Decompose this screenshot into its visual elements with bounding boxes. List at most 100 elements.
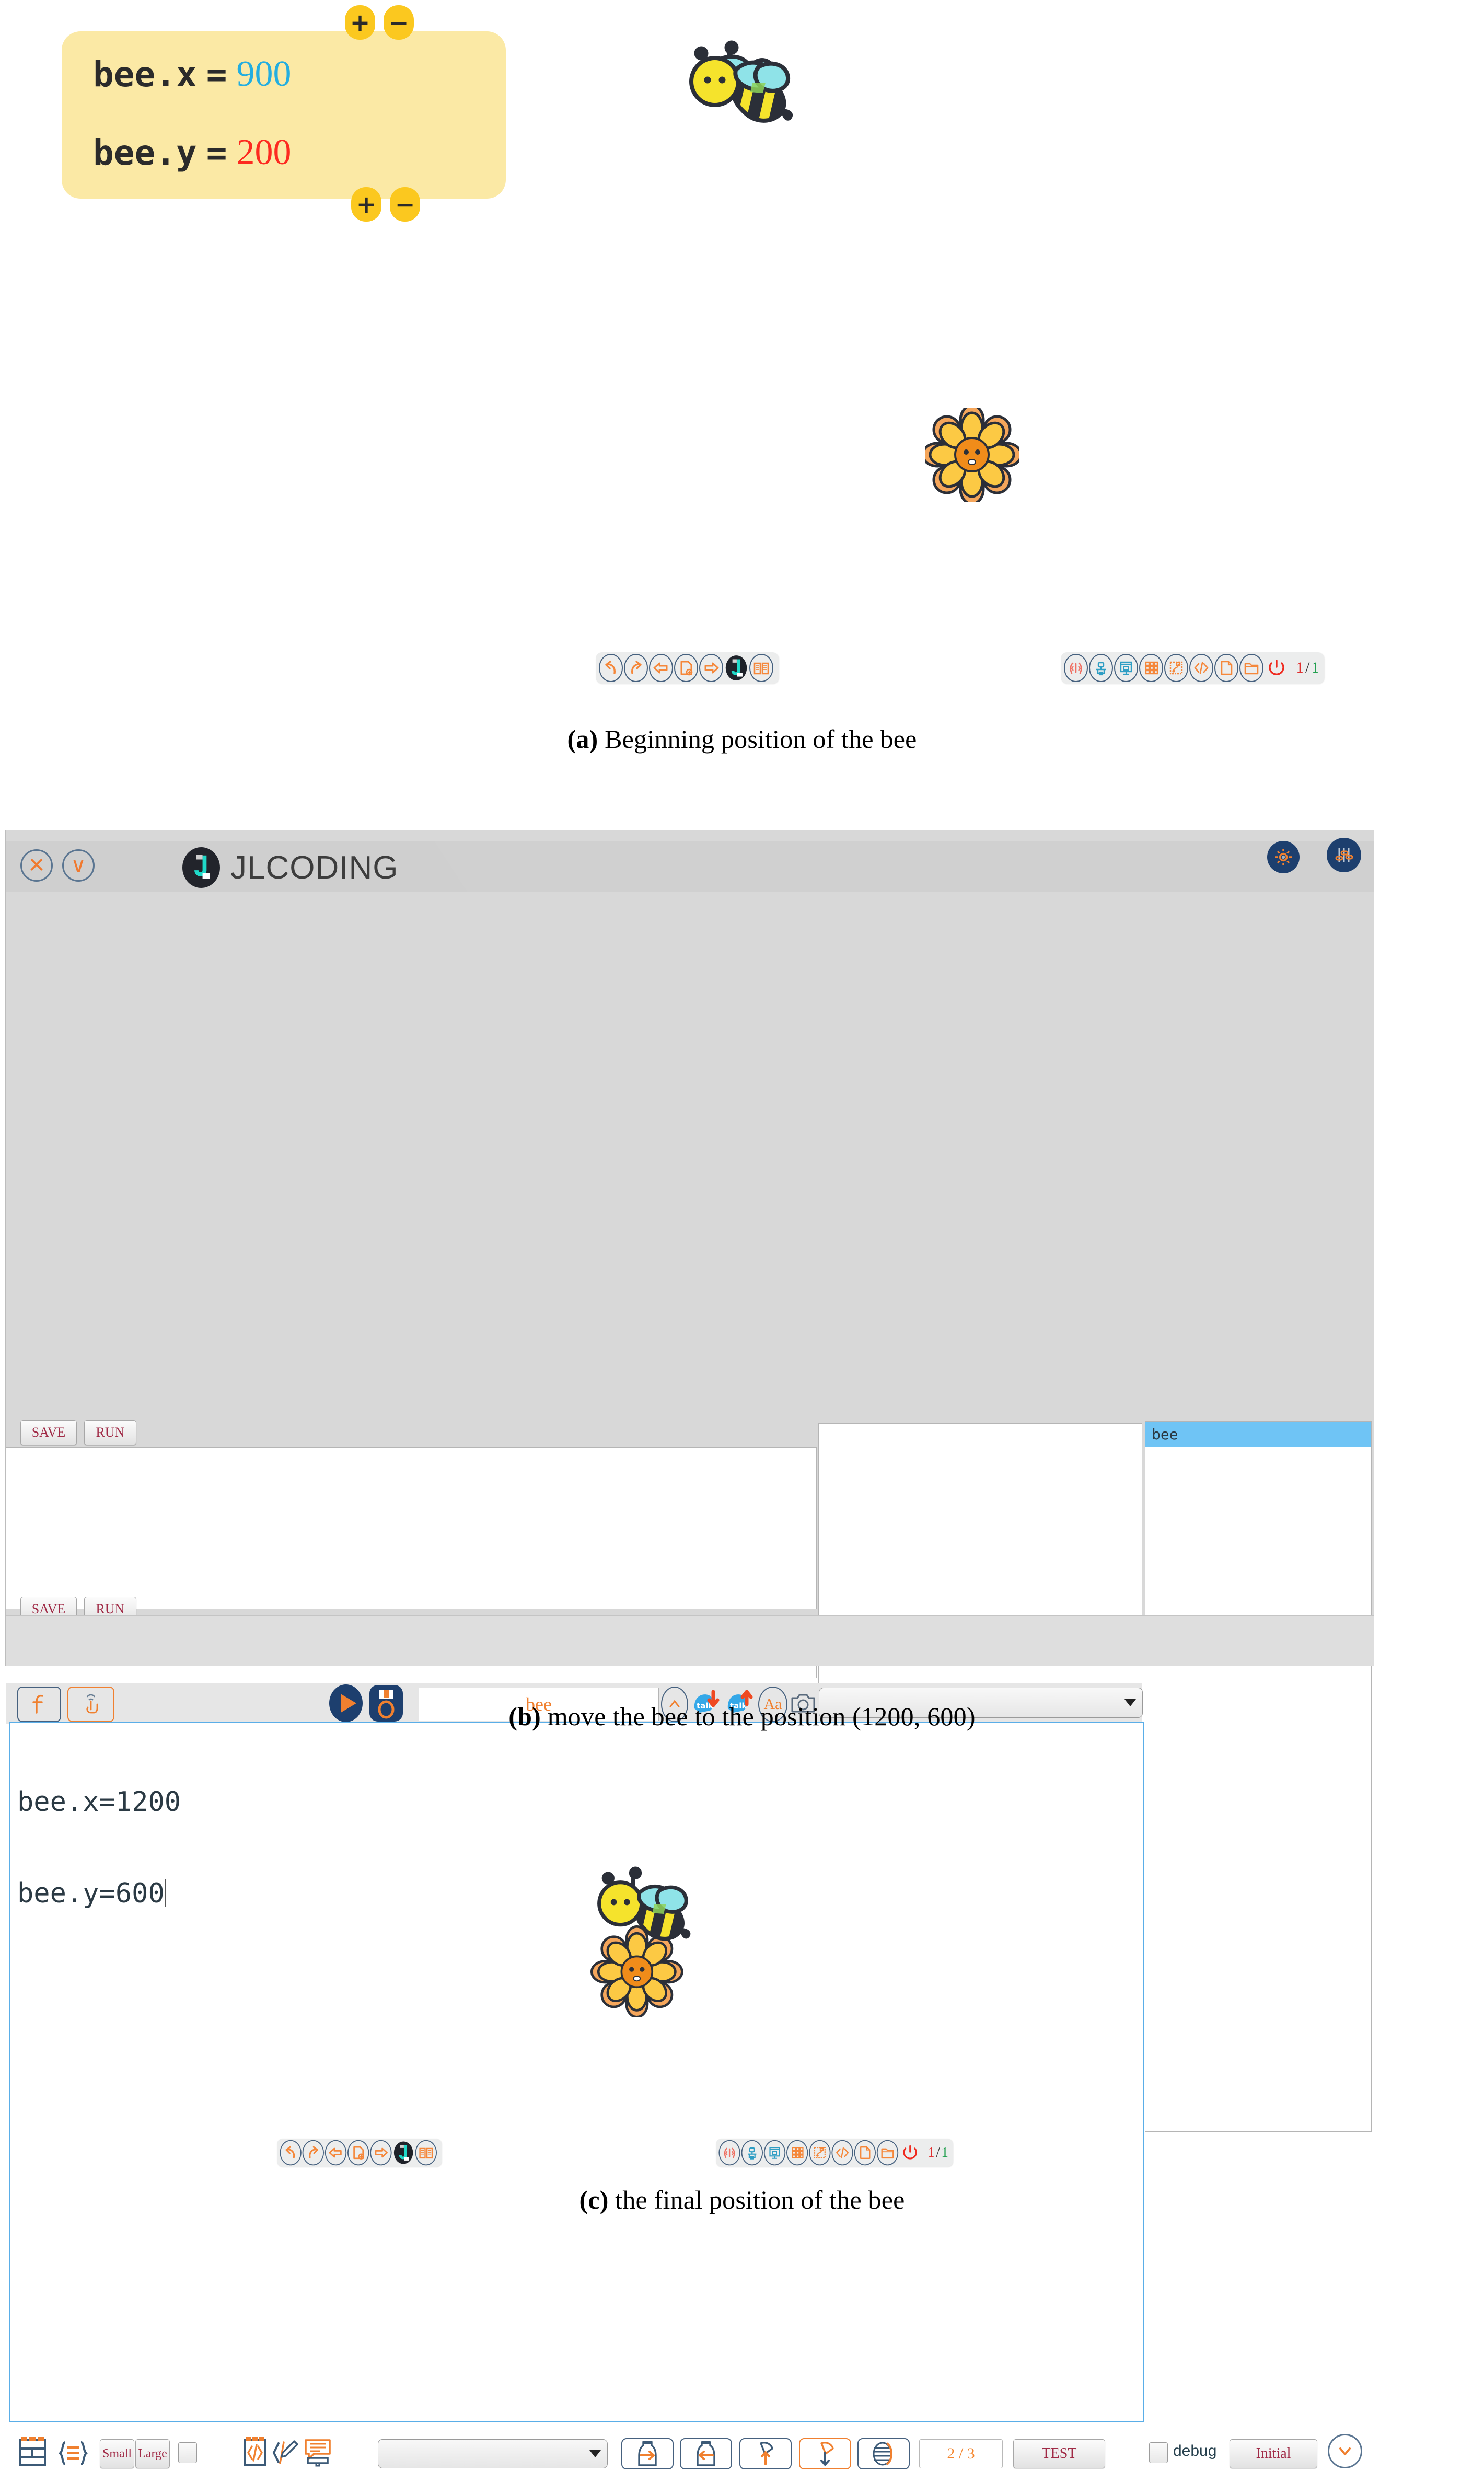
code-page-button[interactable]: [242, 2436, 268, 2471]
keypad-grid-icon[interactable]: [786, 2140, 808, 2166]
code-brackets-icon[interactable]: [831, 2140, 853, 2166]
layout-grid-button[interactable]: [17, 2436, 48, 2471]
speech-print-button[interactable]: [303, 2437, 333, 2470]
contrast-button[interactable]: [857, 2438, 910, 2469]
jar-down-button[interactable]: [799, 2438, 851, 2469]
window-title: JLCODING: [230, 850, 399, 886]
power-icon[interactable]: [899, 2140, 921, 2166]
expand-button[interactable]: [1328, 2434, 1362, 2468]
sliders-icon[interactable]: [1327, 838, 1361, 872]
size-checkbox[interactable]: [178, 2442, 197, 2463]
y-minus-button[interactable]: −: [390, 187, 420, 222]
center-top-pane[interactable]: [818, 1423, 1142, 1726]
robot-blue-icon[interactable]: [741, 2140, 763, 2166]
flowchart-icon[interactable]: [809, 2140, 831, 2166]
bubble-line-x: bee.x = 900: [93, 53, 291, 95]
presentation-icon[interactable]: [1114, 654, 1138, 682]
y-plus-button[interactable]: +: [351, 187, 381, 222]
settings-gear-button[interactable]: [1267, 841, 1300, 873]
jar-up-button[interactable]: [739, 2438, 792, 2469]
caption-a: (a) Beginning position of the bee: [0, 724, 1484, 754]
document-icon[interactable]: [1214, 654, 1238, 682]
page-add-icon[interactable]: [347, 2140, 369, 2166]
caption-a-text: Beginning position of the bee: [605, 724, 917, 754]
folder-icon[interactable]: [876, 2140, 899, 2166]
page-separator: /: [1305, 659, 1310, 676]
braces-list-button[interactable]: [57, 2439, 89, 2470]
flower-sprite[interactable]: [921, 404, 1023, 505]
object-list-item-bee[interactable]: bee: [1145, 1422, 1371, 1447]
small-size-button[interactable]: Small: [100, 2439, 134, 2468]
initial-button[interactable]: Initial: [1230, 2439, 1317, 2468]
page-add-icon[interactable]: [674, 654, 698, 682]
toolbar-right-c: 1 / 1: [716, 2139, 953, 2167]
jlcoding-logo-icon[interactable]: [724, 654, 748, 682]
bee-on-flower-sprite[interactable]: [579, 1850, 704, 2018]
gear-icon[interactable]: [1267, 841, 1300, 873]
bee-sprite[interactable]: [679, 30, 805, 145]
document-icon[interactable]: [854, 2140, 876, 2166]
keypad-grid-icon[interactable]: [1139, 654, 1163, 682]
window-statusbar: [6, 1615, 1374, 1666]
chevron-down-circle-icon[interactable]: [1328, 2434, 1362, 2468]
debug-label: debug: [1173, 2442, 1217, 2460]
caption-c: (c) the final position of the bee: [0, 2185, 1484, 2215]
large-size-button[interactable]: Large: [135, 2439, 170, 2468]
book-icon[interactable]: [415, 2140, 437, 2166]
presentation-icon[interactable]: [763, 2140, 786, 2166]
page-current: 1: [1296, 659, 1304, 676]
bubble-eq-x: =: [206, 54, 227, 95]
debug-checkbox[interactable]: [1149, 2442, 1168, 2463]
redo-arrow-icon[interactable]: [302, 2140, 324, 2166]
redo-arrow-icon[interactable]: [624, 654, 648, 682]
undo-arrow-icon[interactable]: [599, 654, 623, 682]
page-total: 1: [1311, 659, 1319, 676]
app-logo: [182, 847, 220, 888]
window-close-button[interactable]: ✕: [20, 849, 53, 882]
chevron-down-icon[interactable]: ∨: [62, 849, 95, 882]
page-counter-a: 1 / 1: [1296, 659, 1319, 677]
page-indicator: 2 / 3: [919, 2439, 1003, 2468]
run-button-top[interactable]: RUN: [84, 1420, 136, 1445]
toolbar-right-a: 1 / 1: [1061, 652, 1325, 684]
folder-icon[interactable]: [1239, 654, 1263, 682]
bubble-var-x: bee.x: [93, 54, 197, 95]
power-icon[interactable]: [1265, 654, 1289, 682]
chevron-down-icon: [589, 2450, 601, 2457]
editor-top-pane[interactable]: [6, 1447, 817, 1609]
page-total: 1: [941, 2144, 948, 2161]
code-pen-button[interactable]: [271, 2438, 299, 2470]
code-brackets-icon[interactable]: [1189, 654, 1213, 682]
figure-panel-a: bee.x = 900 bee.y = 200 + − + − 1 / 1 (a…: [0, 0, 1484, 773]
jar-next-button[interactable]: [621, 2438, 674, 2469]
back-arrow-icon[interactable]: [324, 2140, 347, 2166]
back-arrow-icon[interactable]: [649, 654, 673, 682]
caption-b: (b) move the bee to the position (1200, …: [0, 1701, 1484, 1731]
hands-code-icon[interactable]: [718, 2140, 740, 2166]
x-plus-button[interactable]: +: [345, 5, 375, 40]
jar-prev-button[interactable]: [680, 2438, 732, 2469]
book-icon[interactable]: [749, 654, 773, 682]
page-separator: /: [936, 2144, 940, 2161]
window-minimize-button[interactable]: ∨: [62, 849, 95, 882]
close-icon[interactable]: ✕: [20, 849, 53, 882]
flowchart-icon[interactable]: [1164, 654, 1188, 682]
statusbar-dropdown[interactable]: [378, 2439, 608, 2468]
x-minus-button[interactable]: −: [384, 5, 414, 40]
forward-arrow-icon[interactable]: [699, 654, 723, 682]
page-counter-c: 1 / 1: [928, 2145, 948, 2161]
caption-c-text: the final position of the bee: [615, 2185, 905, 2214]
code-bubble: bee.x = 900 bee.y = 200: [62, 31, 506, 199]
toolbar-left-c: [277, 2139, 442, 2167]
sliders-settings-button[interactable]: [1327, 838, 1361, 872]
jlcoding-logo-icon[interactable]: [392, 2140, 414, 2166]
test-button[interactable]: TEST: [1013, 2439, 1105, 2468]
page-current: 1: [928, 2144, 935, 2161]
forward-arrow-icon[interactable]: [370, 2140, 392, 2166]
hands-code-icon[interactable]: [1064, 654, 1088, 682]
jlcoding-window: ✕ ∨ JLCODING SAVE RUN SAVE RUN bee bee t…: [5, 830, 1374, 2469]
save-button-top[interactable]: SAVE: [20, 1420, 77, 1445]
undo-arrow-icon[interactable]: [280, 2140, 302, 2166]
caption-a-prefix: (a): [567, 724, 598, 754]
robot-blue-icon[interactable]: [1089, 654, 1113, 682]
